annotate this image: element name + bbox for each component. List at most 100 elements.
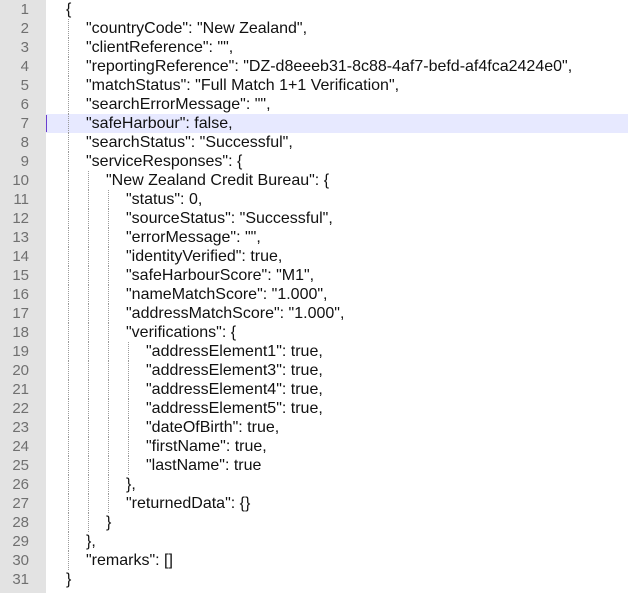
code-line-area[interactable]: "searchStatus": "Successful",: [46, 133, 628, 152]
code-line-area[interactable]: "matchStatus": "Full Match 1+1 Verificat…: [46, 76, 628, 95]
code-line[interactable]: 10 "New Zealand Credit Bureau": {: [0, 171, 628, 190]
code-line[interactable]: 16 "nameMatchScore": "1.000",: [0, 285, 628, 304]
code-line[interactable]: 23 "dateOfBirth": true,: [0, 418, 628, 437]
code-line-area[interactable]: "New Zealand Credit Bureau": {: [46, 171, 628, 190]
code-line-area[interactable]: "serviceResponses": {: [46, 152, 628, 171]
code-text[interactable]: }: [106, 513, 111, 532]
code-text[interactable]: "searchErrorMessage": "",: [86, 95, 271, 114]
code-text[interactable]: "New Zealand Credit Bureau": {: [106, 171, 329, 190]
code-line-area[interactable]: "addressElement4": true,: [46, 380, 628, 399]
code-text[interactable]: "addressElement3": true,: [146, 361, 323, 380]
code-line[interactable]: 6 "searchErrorMessage": "",: [0, 95, 628, 114]
code-line[interactable]: 4 "reportingReference": "DZ-d8eeeb31-8c88…: [0, 57, 628, 76]
code-text[interactable]: "errorMessage": "",: [126, 228, 261, 247]
code-line[interactable]: 25 "lastName": true: [0, 456, 628, 475]
code-text[interactable]: "countryCode": "New Zealand",: [86, 19, 307, 38]
code-line-area[interactable]: "sourceStatus": "Successful",: [46, 209, 628, 228]
code-text[interactable]: "reportingReference": "DZ-d8eeeb31-8c88-…: [86, 57, 572, 76]
code-text[interactable]: "dateOfBirth": true,: [146, 418, 279, 437]
code-text[interactable]: "returnedData": {}: [126, 494, 250, 513]
code-text[interactable]: "identityVerified": true,: [126, 247, 282, 266]
code-line-area[interactable]: "firstName": true,: [46, 437, 628, 456]
code-line[interactable]: 19 "addressElement1": true,: [0, 342, 628, 361]
code-line-area[interactable]: "dateOfBirth": true,: [46, 418, 628, 437]
code-line[interactable]: 29},: [0, 532, 628, 551]
code-text[interactable]: "serviceResponses": {: [86, 152, 242, 171]
indent-guide: [88, 190, 89, 209]
code-line[interactable]: 12 "sourceStatus": "Successful",: [0, 209, 628, 228]
code-line[interactable]: 22 "addressElement5": true,: [0, 399, 628, 418]
code-line[interactable]: 30 "remarks": []: [0, 551, 628, 570]
code-line[interactable]: 8 "searchStatus": "Successful",: [0, 133, 628, 152]
code-text[interactable]: "searchStatus": "Successful",: [86, 133, 293, 152]
code-text[interactable]: "nameMatchScore": "1.000",: [126, 285, 327, 304]
code-line-area[interactable]: "status": 0,: [46, 190, 628, 209]
code-line[interactable]: 26},: [0, 475, 628, 494]
indent-guide: [108, 247, 109, 266]
code-line-area[interactable]: "safeHarbourScore": "M1",: [46, 266, 628, 285]
code-line[interactable]: 21 "addressElement4": true,: [0, 380, 628, 399]
code-line-area[interactable]: "identityVerified": true,: [46, 247, 628, 266]
code-line-area[interactable]: "errorMessage": "",: [46, 228, 628, 247]
code-text[interactable]: "matchStatus": "Full Match 1+1 Verificat…: [86, 76, 399, 95]
code-line-area[interactable]: },: [46, 475, 628, 494]
code-text[interactable]: "safeHarbour": false,: [86, 114, 233, 133]
code-line-area[interactable]: "addressElement3": true,: [46, 361, 628, 380]
code-line[interactable]: 31}: [0, 570, 628, 589]
code-line[interactable]: 2 "countryCode": "New Zealand",: [0, 19, 628, 38]
code-line[interactable]: 3 "clientReference": "",: [0, 38, 628, 57]
code-line-area[interactable]: "addressElement1": true,: [46, 342, 628, 361]
code-text[interactable]: "addressElement4": true,: [146, 380, 323, 399]
code-text[interactable]: "verifications": {: [126, 323, 236, 342]
code-line-area[interactable]: }: [46, 570, 628, 589]
code-text[interactable]: },: [126, 475, 136, 494]
code-line-area[interactable]: }: [46, 513, 628, 532]
code-line[interactable]: 1{: [0, 0, 628, 19]
code-text[interactable]: "firstName": true,: [146, 437, 267, 456]
code-line-area[interactable]: "countryCode": "New Zealand",: [46, 19, 628, 38]
code-text[interactable]: "clientReference": "",: [86, 38, 233, 57]
code-editor[interactable]: 1{2 "countryCode": "New Zealand", 3 "client…: [0, 0, 628, 593]
code-line-area[interactable]: "searchErrorMessage": "",: [46, 95, 628, 114]
code-text[interactable]: "status": 0,: [126, 190, 202, 209]
code-line-area[interactable]: "verifications": {: [46, 323, 628, 342]
code-line-area[interactable]: "addressMatchScore": "1.000",: [46, 304, 628, 323]
code-line[interactable]: 13 "errorMessage": "",: [0, 228, 628, 247]
code-line[interactable]: 5 "matchStatus": "Full Match 1+1 Verifica…: [0, 76, 628, 95]
code-text[interactable]: }: [66, 570, 71, 589]
code-text[interactable]: "safeHarbourScore": "M1",: [126, 266, 314, 285]
code-line[interactable]: 7 "safeHarbour": false,: [0, 114, 628, 133]
indent-guide: [88, 266, 89, 285]
code-line-area[interactable]: "addressElement5": true,: [46, 399, 628, 418]
code-text[interactable]: "addressMatchScore": "1.000",: [126, 304, 344, 323]
code-line-area[interactable]: "reportingReference": "DZ-d8eeeb31-8c88-…: [46, 57, 628, 76]
code-text[interactable]: "addressElement5": true,: [146, 399, 323, 418]
code-line[interactable]: 15 "safeHarbourScore": "M1",: [0, 266, 628, 285]
code-line-area[interactable]: "lastName": true: [46, 456, 628, 475]
code-text[interactable]: "sourceStatus": "Successful",: [126, 209, 333, 228]
code-line[interactable]: 27 "returnedData": {}: [0, 494, 628, 513]
code-line[interactable]: 14 "identityVerified": true,: [0, 247, 628, 266]
indent-guide: [108, 266, 109, 285]
code-line[interactable]: 28}: [0, 513, 628, 532]
code-line-area[interactable]: "remarks": []: [46, 551, 628, 570]
code-line-area[interactable]: {: [46, 0, 628, 19]
code-text[interactable]: "lastName": true: [146, 456, 261, 475]
code-line[interactable]: 18 "verifications": {: [0, 323, 628, 342]
code-text[interactable]: "remarks": []: [86, 551, 173, 570]
code-line-area[interactable]: },: [46, 532, 628, 551]
indent-guide: [88, 285, 89, 304]
code-line[interactable]: 20 "addressElement3": true,: [0, 361, 628, 380]
code-line[interactable]: 17 "addressMatchScore": "1.000",: [0, 304, 628, 323]
code-line[interactable]: 11 "status": 0,: [0, 190, 628, 209]
code-text[interactable]: {: [66, 0, 71, 19]
code-line[interactable]: 9 "serviceResponses": {: [0, 152, 628, 171]
indent-guide: [108, 380, 109, 399]
code-line-area[interactable]: "returnedData": {}: [46, 494, 628, 513]
code-line-area[interactable]: "safeHarbour": false,: [46, 114, 628, 133]
code-line-area[interactable]: "nameMatchScore": "1.000",: [46, 285, 628, 304]
code-text[interactable]: "addressElement1": true,: [146, 342, 323, 361]
code-line-area[interactable]: "clientReference": "",: [46, 38, 628, 57]
code-line[interactable]: 24 "firstName": true,: [0, 437, 628, 456]
code-text[interactable]: },: [86, 532, 96, 551]
